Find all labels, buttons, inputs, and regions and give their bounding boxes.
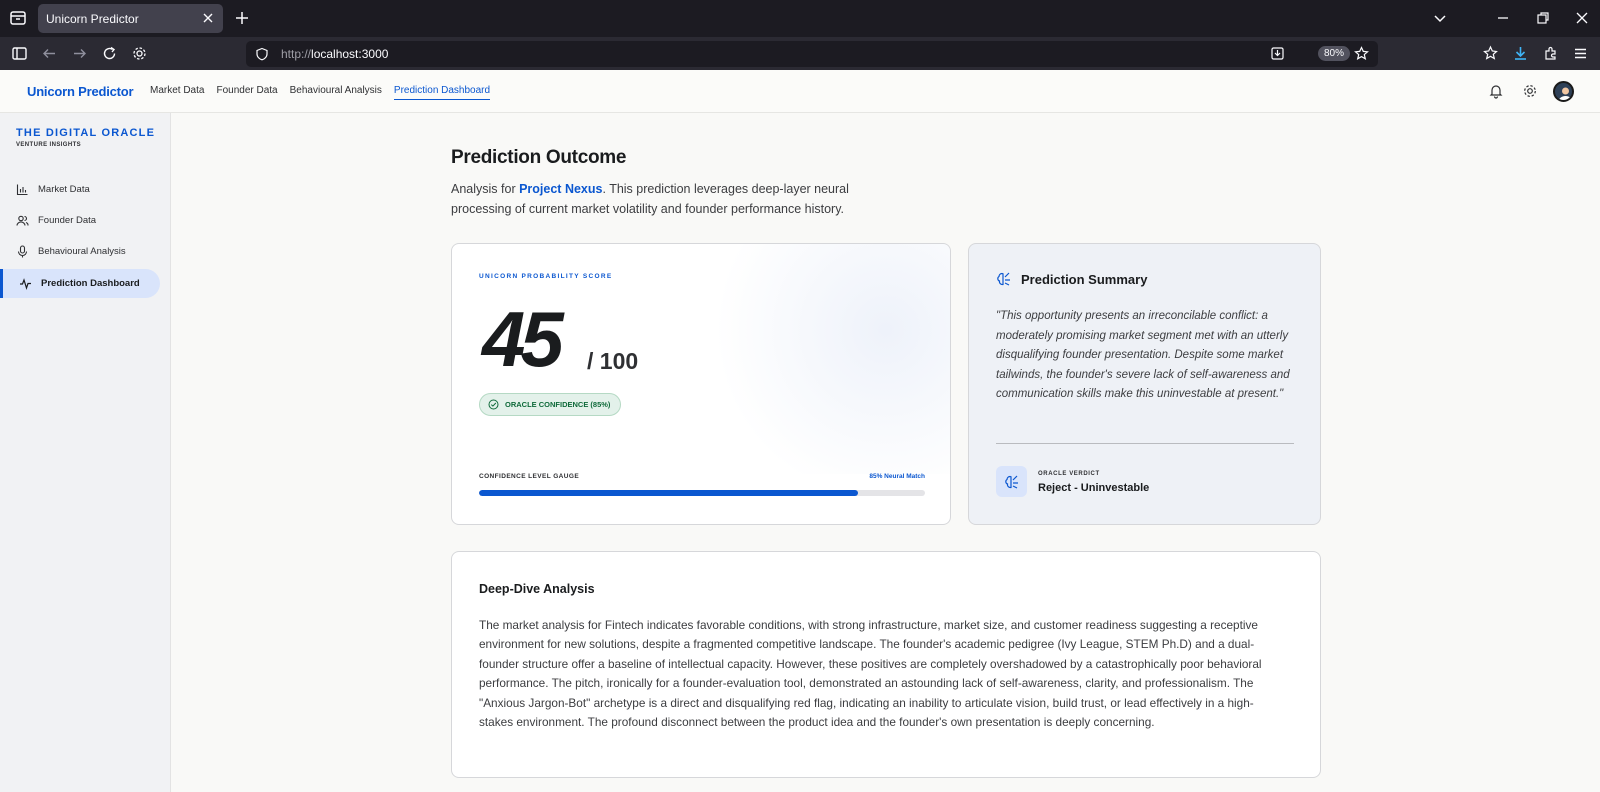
sidebar-item-label: Founder Data: [38, 215, 97, 226]
confidence-badge: ORACLE CONFIDENCE (85%): [479, 393, 622, 416]
bar-chart-icon: [16, 184, 28, 196]
sidebar-item-founder-data[interactable]: Founder Data: [0, 206, 160, 235]
menu-icon[interactable]: [1572, 45, 1589, 62]
gauge-label: CONFIDENCE LEVEL GAUGE: [479, 473, 580, 480]
close-icon[interactable]: [201, 11, 215, 25]
gauge-match: 85% Neural Match: [869, 473, 925, 480]
shield-icon[interactable]: [255, 47, 269, 61]
browser-nav-bar: http://localhost:3000 80%: [0, 37, 1600, 70]
download-icon[interactable]: [1512, 45, 1529, 62]
new-tab-icon[interactable]: [234, 10, 250, 26]
summary-header: Prediction Summary: [996, 271, 1147, 287]
deep-dive-card: Deep-Dive Analysis The market analysis f…: [451, 551, 1321, 778]
sidebar-item-label: Market Data: [38, 184, 90, 195]
verdict-badge: [996, 466, 1027, 497]
forward-arrow-icon[interactable]: [71, 45, 88, 62]
summary-quote: "This opportunity presents an irreconcil…: [996, 310, 1290, 400]
address-bar[interactable]: http://localhost:3000 80%: [246, 41, 1378, 67]
confidence-text: ORACLE CONFIDENCE (85%): [505, 400, 611, 409]
verdict-label: ORACLE VERDICT: [1038, 471, 1100, 477]
deep-dive-title: Deep-Dive Analysis: [479, 582, 595, 596]
brand-logo[interactable]: Unicorn Predictor: [27, 84, 134, 99]
deep-dive-body: The market analysis for Fintech indicate…: [479, 618, 1262, 730]
score-card: UNICORN PROBABILITY SCORE 45 / 100 ORACL…: [451, 243, 951, 525]
window-close-icon[interactable]: [1574, 10, 1590, 26]
sidebar: THE DIGITAL ORACLE VENTURE INSIGHTS Mark…: [0, 113, 171, 792]
topnav-prediction-dashboard[interactable]: Prediction Dashboard: [393, 85, 491, 100]
pulse-icon: [20, 278, 31, 290]
user-icon: [1558, 87, 1572, 100]
confidence-gauge-fill: [479, 490, 859, 496]
url-text: http://localhost:3000: [281, 47, 389, 61]
chevron-down-icon[interactable]: [1432, 10, 1448, 26]
bell-icon[interactable]: [1488, 83, 1504, 99]
brain-icon: [1004, 475, 1018, 489]
verdict-value: Reject - Uninvestable: [1038, 482, 1150, 494]
sidebar-item-label: Behavioural Analysis: [38, 246, 126, 257]
microphone-icon: [17, 245, 28, 258]
topnav-behavioural-analysis[interactable]: Behavioural Analysis: [290, 85, 382, 100]
summary-card: Prediction Summary "This opportunity pre…: [968, 243, 1321, 525]
topnav-founder-data[interactable]: Founder Data: [216, 85, 277, 100]
page-title: Prediction Outcome: [451, 147, 627, 168]
top-nav: Market Data Founder Data Behavioural Ana…: [150, 85, 502, 100]
score-value: 45: [482, 295, 564, 383]
star-icon[interactable]: [1354, 46, 1369, 61]
minimize-icon[interactable]: [1495, 10, 1511, 26]
pocket-icon[interactable]: [1482, 45, 1499, 62]
settings-icon[interactable]: [1522, 83, 1538, 99]
sidebar-item-market-data[interactable]: Market Data: [0, 175, 160, 204]
save-page-icon[interactable]: [1270, 46, 1285, 61]
project-name: Project Nexus: [519, 182, 603, 196]
divider: [996, 443, 1294, 444]
avatar[interactable]: [1553, 81, 1574, 102]
sidebar-item-label: Prediction Dashboard: [41, 278, 140, 289]
card-glow: [690, 244, 950, 474]
score-label: UNICORN PROBABILITY SCORE: [479, 273, 613, 280]
extensions-icon[interactable]: [1542, 45, 1559, 62]
users-icon: [16, 215, 29, 226]
back-arrow-icon[interactable]: [41, 45, 58, 62]
sidebar-subtitle: VENTURE INSIGHTS: [16, 142, 82, 148]
sidebar-toggle-icon[interactable]: [11, 45, 28, 62]
app-header: Unicorn Predictor Market Data Founder Da…: [0, 70, 1600, 113]
tab-title: Unicorn Predictor: [46, 12, 139, 26]
zoom-level[interactable]: 80%: [1318, 46, 1351, 61]
sidebar-item-prediction-dashboard[interactable]: Prediction Dashboard: [0, 269, 160, 298]
page-description: Analysis for Project Nexus. This predict…: [451, 182, 849, 216]
restore-icon[interactable]: [1535, 10, 1551, 26]
summary-title: Prediction Summary: [1021, 271, 1148, 287]
check-circle-icon: [488, 399, 499, 410]
gear-icon[interactable]: [131, 45, 148, 62]
topnav-market-data[interactable]: Market Data: [150, 85, 204, 100]
browser-tab[interactable]: Unicorn Predictor: [38, 4, 223, 33]
reload-icon[interactable]: [101, 45, 118, 62]
confidence-gauge: [479, 490, 925, 496]
tab-list-icon[interactable]: [9, 9, 27, 27]
sidebar-title: THE DIGITAL ORACLE: [16, 127, 156, 139]
brain-icon: [997, 272, 1010, 286]
sidebar-item-behavioural-analysis[interactable]: Behavioural Analysis: [0, 237, 160, 266]
browser-tab-bar: Unicorn Predictor: [0, 0, 1600, 37]
score-max: / 100: [587, 348, 639, 374]
